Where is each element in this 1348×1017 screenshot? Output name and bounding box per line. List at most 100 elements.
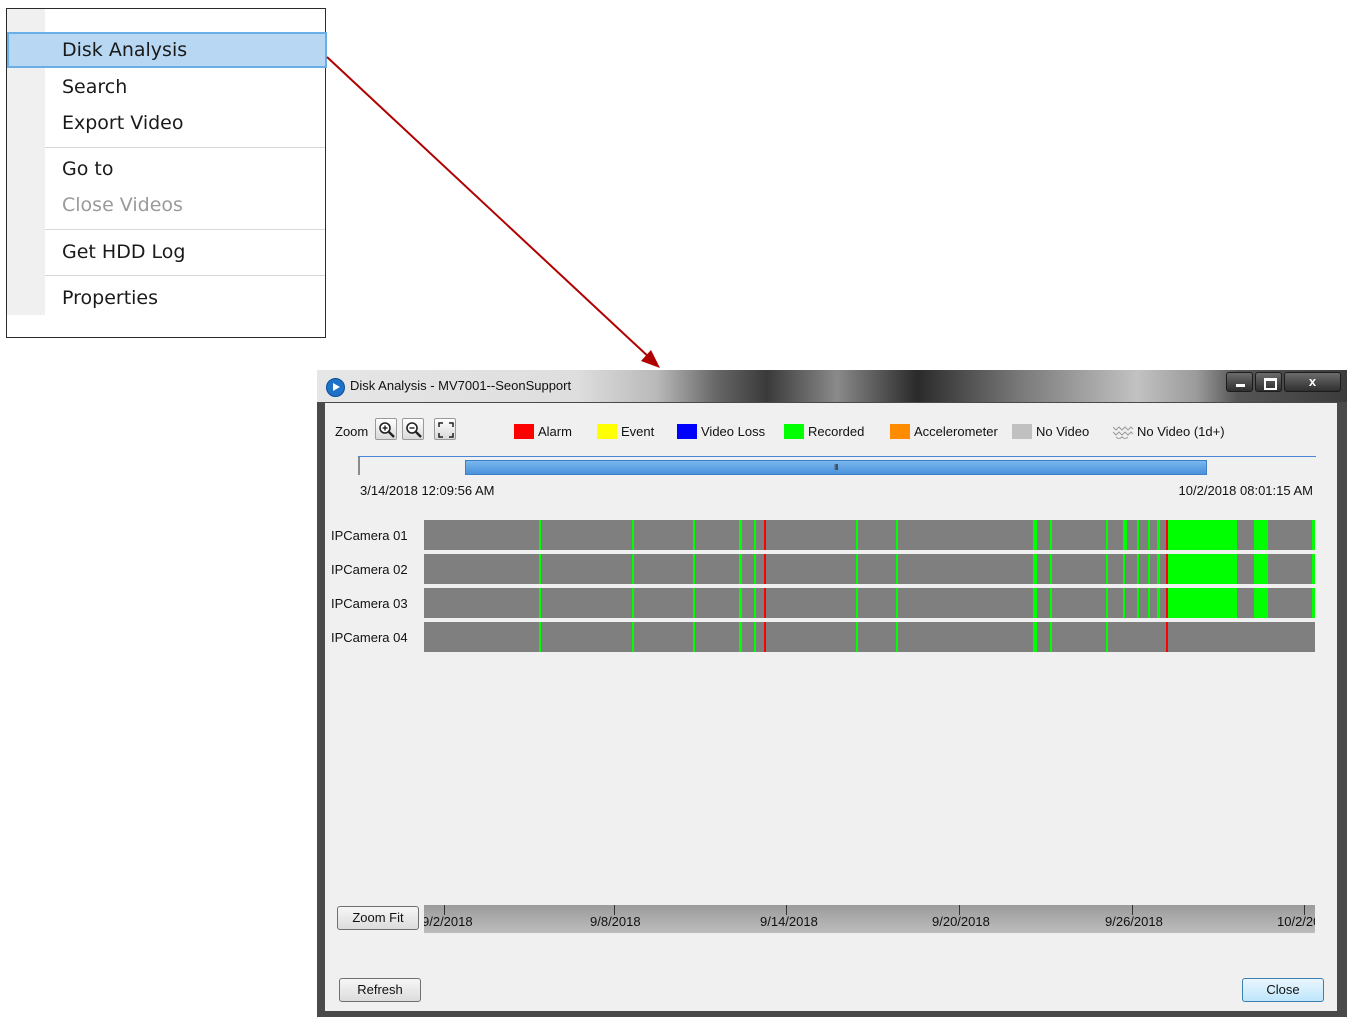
legend-swatch-no-video <box>1012 424 1032 439</box>
close-window-button[interactable]: x <box>1284 372 1341 392</box>
time-range-slider[interactable]: III <box>358 456 1316 475</box>
recorded-segment <box>1174 520 1237 550</box>
recorded-segment <box>1050 554 1052 584</box>
camera-label-1: IPCamera 01 <box>331 528 408 543</box>
camera-track-2[interactable] <box>424 554 1315 584</box>
recorded-segment <box>739 622 742 652</box>
title-bar[interactable]: Disk Analysis - MV7001--SeonSupport x <box>317 370 1347 402</box>
recorded-segment <box>539 588 541 618</box>
menu-item-export-video[interactable]: Export Video <box>7 105 327 141</box>
alarm-marker <box>764 520 766 550</box>
menu-separator <box>45 229 325 233</box>
recorded-segment <box>693 520 695 550</box>
camera-label-4: IPCamera 04 <box>331 630 408 645</box>
legend-swatch-alarm <box>514 424 534 439</box>
recorded-segment <box>1033 554 1037 584</box>
legend-swatch-event <box>597 424 617 439</box>
recorded-segment <box>754 588 756 618</box>
range-thumb[interactable]: III <box>465 460 1207 475</box>
recorded-segment <box>856 588 858 618</box>
recorded-segment <box>693 588 695 618</box>
legend-swatch-recorded <box>784 424 804 439</box>
recorded-segment <box>1050 622 1052 652</box>
recorded-segment <box>1157 588 1160 618</box>
alarm-marker <box>1166 554 1168 584</box>
alarm-marker <box>1166 588 1168 618</box>
recorded-segment <box>1137 588 1139 618</box>
recorded-segment <box>1254 520 1268 550</box>
recorded-segment <box>539 554 541 584</box>
close-button[interactable]: Close <box>1242 978 1324 1002</box>
alarm-marker <box>1166 622 1168 652</box>
recorded-segment <box>693 554 695 584</box>
menu-item-disk-analysis[interactable]: Disk Analysis <box>7 32 327 68</box>
recorded-segment <box>1123 588 1125 618</box>
camera-label-2: IPCamera 02 <box>331 562 408 577</box>
recorded-segment <box>1312 520 1315 550</box>
maximize-button[interactable] <box>1255 372 1282 392</box>
camera-track-1[interactable] <box>424 520 1315 550</box>
menu-item-go-to[interactable]: Go to <box>7 151 327 187</box>
recorded-segment <box>539 520 541 550</box>
refresh-button[interactable]: Refresh <box>339 978 421 1002</box>
zigzag-icon <box>1113 426 1133 439</box>
recorded-segment <box>1174 554 1237 584</box>
recorded-segment <box>856 520 858 550</box>
window-title: Disk Analysis - MV7001--SeonSupport <box>350 378 572 393</box>
recorded-segment <box>1148 520 1150 550</box>
recorded-segment <box>1312 588 1315 618</box>
recorded-segment <box>632 588 634 618</box>
legend-swatch-accelerometer <box>890 424 910 439</box>
recorded-segment <box>1106 554 1108 584</box>
recorded-segment <box>856 622 858 652</box>
menu-item-get-hdd-log[interactable]: Get HDD Log <box>7 234 327 270</box>
dialog-client-area: Zoom Alarm Event Video Loss Recorded Acc… <box>325 403 1337 1011</box>
recorded-segment <box>1254 554 1268 584</box>
recorded-segment <box>1137 554 1139 584</box>
recorded-segment <box>1106 588 1108 618</box>
zoom-fit-button[interactable]: Zoom Fit <box>337 906 419 930</box>
recorded-segment <box>1106 622 1108 652</box>
axis-label: 9/8/2018 <box>590 914 641 929</box>
timeline-axis[interactable]: 9/2/2018 9/8/2018 9/14/2018 9/20/2018 9/… <box>424 905 1315 933</box>
menu-item-search[interactable]: Search <box>7 69 327 105</box>
recorded-segment <box>856 554 858 584</box>
recorded-segment <box>1123 554 1125 584</box>
recorded-segment <box>1050 520 1052 550</box>
recorded-segment <box>739 554 742 584</box>
recorded-segment <box>754 554 756 584</box>
recorded-segment <box>739 588 742 618</box>
minimize-button[interactable] <box>1226 372 1253 392</box>
fit-to-window-button[interactable] <box>434 418 456 440</box>
camera-label-3: IPCamera 03 <box>331 596 408 611</box>
alarm-marker <box>764 588 766 618</box>
menu-item-properties[interactable]: Properties <box>7 280 327 316</box>
range-left-handle[interactable] <box>358 457 360 475</box>
recorded-segment <box>739 520 742 550</box>
recorded-segment <box>1148 554 1150 584</box>
app-icon <box>326 378 345 397</box>
recorded-segment <box>896 554 898 584</box>
zoom-out-icon <box>406 422 422 438</box>
alarm-marker <box>764 554 766 584</box>
recorded-segment <box>632 520 634 550</box>
recorded-segment <box>1148 588 1150 618</box>
axis-label: 9/14/2018 <box>760 914 818 929</box>
camera-track-4[interactable] <box>424 622 1315 652</box>
recorded-segment <box>1033 520 1037 550</box>
fit-icon <box>438 422 454 438</box>
disk-analysis-dialog: Disk Analysis - MV7001--SeonSupport x Zo… <box>317 370 1347 1017</box>
range-end-time: 10/2/2018 08:01:15 AM <box>1178 483 1313 498</box>
recorded-segment <box>754 622 756 652</box>
recorded-segment <box>896 622 898 652</box>
axis-label: 9/20/2018 <box>932 914 990 929</box>
axis-label: 9/26/2018 <box>1105 914 1163 929</box>
zoom-in-button[interactable] <box>375 418 397 440</box>
context-menu: Disk Analysis Search Export Video Go to … <box>6 8 327 338</box>
alarm-marker <box>1166 520 1168 550</box>
recorded-segment <box>1033 588 1037 618</box>
camera-track-3[interactable] <box>424 588 1315 618</box>
recorded-segment <box>1033 622 1037 652</box>
recorded-segment <box>1254 588 1268 618</box>
zoom-out-button[interactable] <box>402 418 424 440</box>
